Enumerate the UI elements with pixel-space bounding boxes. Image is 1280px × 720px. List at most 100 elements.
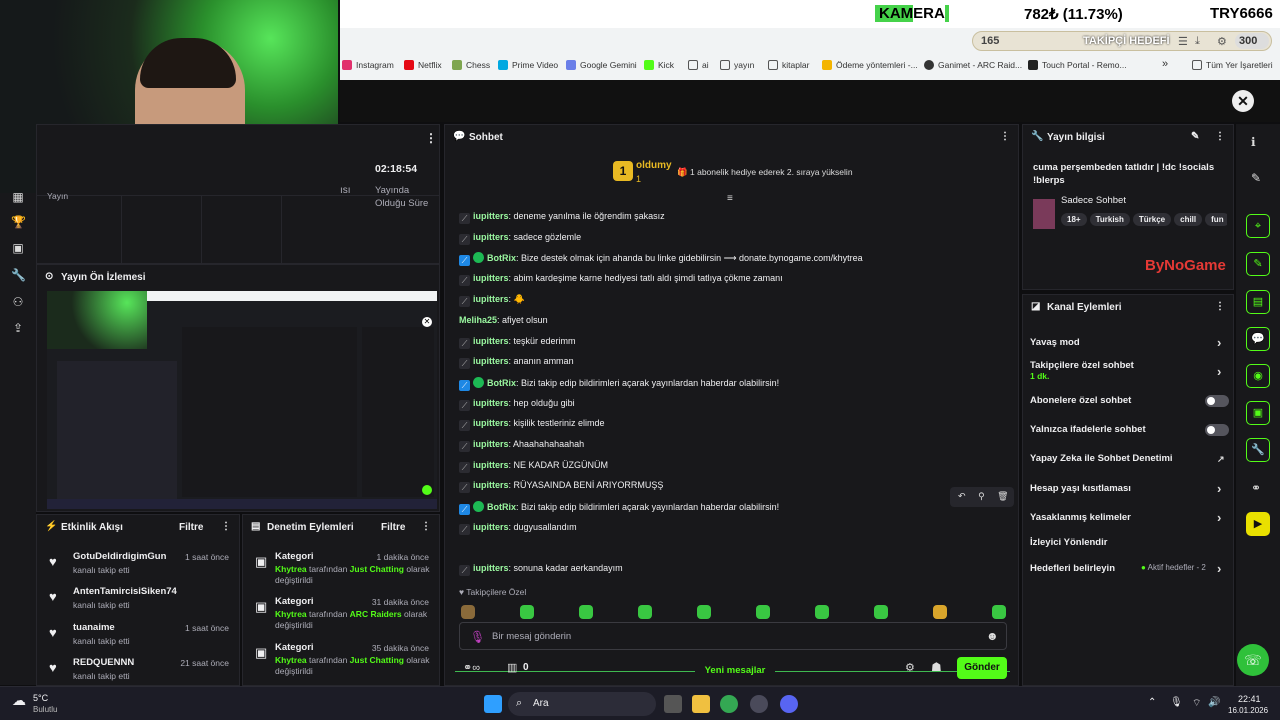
chat-message[interactable]: ⟋ iupitters: abim kardeşime karne hediyes… bbox=[459, 273, 783, 286]
channel-action-emotes-only[interactable]: Yalnızca ifadelerle sohbet bbox=[1030, 424, 1235, 436]
edit-icon[interactable]: ✎ bbox=[1191, 131, 1199, 142]
channel-action-redirect[interactable]: İzleyici Yönlendir bbox=[1030, 537, 1107, 548]
chat-message[interactable]: ⟋ iupitters: ananın amman bbox=[459, 356, 574, 369]
chat-message[interactable]: ⟋ iupitters: sadece gözlemle bbox=[459, 232, 581, 245]
wifi-icon[interactable]: ⌔ bbox=[1192, 697, 1201, 710]
emoji-icon[interactable]: ☻ bbox=[986, 629, 999, 643]
panel-menu-icon[interactable]: ⋮ bbox=[1215, 131, 1225, 142]
broadcast-icon[interactable]: ◉ bbox=[1246, 364, 1270, 388]
chat-message[interactable]: ⟋ iupitters: Ahaahahahaahah bbox=[459, 439, 584, 452]
layout-icon[interactable]: ▣ bbox=[1246, 401, 1270, 425]
chat-message[interactable]: ⟋ iupitters: RÜYASAINDA BENİ ARIYORRMUŞŞ bbox=[459, 480, 663, 493]
kick-dashboard-logo-icon[interactable]: ✕ bbox=[1232, 90, 1254, 112]
emote-icon[interactable] bbox=[992, 605, 1006, 619]
tray-overflow-icon[interactable]: ⌃ bbox=[1148, 697, 1156, 708]
filter-button[interactable]: Filtre bbox=[381, 522, 405, 533]
channel-action-banned-words[interactable]: Yasaklanmış kelimeler › bbox=[1030, 510, 1221, 525]
download-icon[interactable]: ⤓ bbox=[1195, 35, 1200, 48]
chat-input[interactable]: 🎙 Bir mesaj gönderin ☻ bbox=[459, 622, 1007, 650]
tab-list-icon[interactable]: ☰ bbox=[1178, 35, 1188, 48]
support-icon[interactable]: ☏ bbox=[1237, 644, 1269, 676]
video-icon[interactable]: ▣ bbox=[11, 241, 25, 255]
message-icon[interactable]: 💬 bbox=[1246, 327, 1270, 351]
bookmark-kitaplar[interactable]: kitaplar bbox=[768, 60, 809, 70]
pin-icon[interactable]: ⚲ bbox=[978, 491, 985, 501]
emote-icon[interactable] bbox=[520, 605, 534, 619]
expand-icon[interactable]: ≡ bbox=[727, 193, 733, 204]
users-icon[interactable]: ⚇ bbox=[11, 295, 25, 309]
emote-icon[interactable] bbox=[638, 605, 652, 619]
channel-action-goals[interactable]: Hedefleri belirleyin ● Aktif hedefler - … bbox=[1030, 561, 1221, 576]
send-button[interactable]: Gönder bbox=[957, 657, 1007, 679]
chat-message[interactable]: ⟋ iupitters: 🐥 bbox=[459, 294, 525, 307]
highlight-icon[interactable]: ✎ bbox=[1246, 252, 1270, 276]
bookmark-gemini[interactable]: Google Gemini bbox=[566, 60, 637, 70]
info-icon[interactable]: ℹ bbox=[1251, 135, 1256, 149]
channel-action-followers-only[interactable]: Takipçilere özel sohbet 1 dk. › bbox=[1030, 360, 1221, 382]
home-icon[interactable]: ▦ bbox=[11, 190, 25, 204]
settings-icon[interactable]: ⚙ bbox=[905, 661, 915, 674]
emote-icon[interactable] bbox=[933, 605, 947, 619]
chat-message[interactable]: ⟋ iupitters: sonuna kadar aerkandayım bbox=[459, 563, 623, 576]
bookmark-yayin[interactable]: yayın bbox=[720, 60, 754, 70]
wrench-icon[interactable]: 🔧 bbox=[1246, 438, 1270, 462]
gifter-name[interactable]: oldumy bbox=[636, 160, 672, 171]
chat-message[interactable]: ⟋ iupitters: deneme yanılma ile öğrendim … bbox=[459, 211, 665, 224]
microphone-icon[interactable]: 🎙 bbox=[1170, 697, 1183, 708]
mic-icon[interactable]: 🎙 bbox=[470, 630, 485, 644]
emote-icon[interactable] bbox=[815, 605, 829, 619]
delete-icon[interactable]: 🗑 bbox=[997, 491, 1008, 501]
connections-icon[interactable]: ⚭∞ bbox=[463, 661, 480, 674]
chat-message[interactable]: ⟋ iupitters: dugyusallandım bbox=[459, 522, 577, 535]
category-name[interactable]: Sadece Sohbet bbox=[1061, 195, 1126, 206]
chat-message[interactable]: ⟋ BotRix: Bizi takip edip bildirimleri aç… bbox=[459, 501, 779, 515]
channel-action-account-age[interactable]: Hesap yaşı kısıtlaması › bbox=[1030, 481, 1221, 496]
file-explorer-icon[interactable] bbox=[692, 695, 710, 713]
start-icon[interactable] bbox=[484, 695, 502, 713]
clock-date[interactable]: 16.01.2026 bbox=[1228, 706, 1268, 715]
chat-message[interactable]: ⟋ BotRix: Bize destek olmak için ahanda b… bbox=[459, 252, 863, 266]
bot-icon[interactable]: ☗ bbox=[931, 660, 942, 674]
bookmark-ganimet[interactable]: Ganimet - ARC Raid... bbox=[924, 60, 1022, 70]
upload-icon[interactable]: ⇪ bbox=[11, 321, 25, 335]
share-icon[interactable]: ⚭ bbox=[1251, 481, 1261, 495]
extension-icon[interactable]: ⚙ bbox=[1217, 35, 1227, 48]
bookmark-touch-portal[interactable]: Touch Portal - Remo... bbox=[1028, 60, 1127, 70]
panel-menu-icon[interactable]: ⋮ bbox=[221, 521, 231, 532]
chat-menu-icon[interactable]: ⋮ bbox=[1000, 131, 1010, 142]
bookmark-prime-video[interactable]: Prime Video bbox=[498, 60, 558, 70]
taskbar-search[interactable]: ⌕ Ara bbox=[508, 692, 656, 716]
stats-menu-icon[interactable]: ⋮ bbox=[425, 131, 437, 145]
chat-message[interactable]: Meliha25: afiyet olsun bbox=[459, 315, 548, 325]
clock-time[interactable]: 22:41 bbox=[1238, 694, 1261, 704]
bookmark-instagram[interactable]: Instagram bbox=[342, 60, 394, 70]
bookmark-odeme[interactable]: Ödeme yöntemleri -... bbox=[822, 60, 918, 70]
document-icon[interactable]: ▤ bbox=[1246, 290, 1270, 314]
task-view-icon[interactable] bbox=[664, 695, 682, 713]
channel-action-ai-moderation[interactable]: Yapay Zeka ile Sohbet Denetimi ↗ bbox=[1030, 453, 1225, 464]
chat-message[interactable]: ⟋ iupitters: kişilik testleriniz elimde bbox=[459, 418, 605, 431]
clapper-icon[interactable]: ▶ bbox=[1246, 512, 1270, 536]
chat-message[interactable]: ⟋ iupitters: NE KADAR ÜZGÜNÜM bbox=[459, 460, 608, 473]
pencil-icon[interactable]: ✎ bbox=[1251, 171, 1261, 185]
bookmark-ai[interactable]: ai bbox=[688, 60, 709, 70]
panel-menu-icon[interactable]: ⋮ bbox=[421, 521, 431, 532]
bookmark-netflix[interactable]: Netflix bbox=[404, 60, 442, 70]
emote-icon[interactable] bbox=[579, 605, 593, 619]
discord-icon[interactable] bbox=[780, 695, 798, 713]
channel-action-slow-mode[interactable]: Yavaş mod › bbox=[1030, 335, 1221, 350]
toggle-switch[interactable] bbox=[1205, 424, 1229, 436]
emote-icon[interactable] bbox=[874, 605, 888, 619]
panel-menu-icon[interactable]: ⋮ bbox=[1215, 301, 1225, 312]
volume-icon[interactable]: 🔊 bbox=[1208, 697, 1220, 708]
capture-icon[interactable]: ⌖ bbox=[1246, 214, 1270, 238]
all-bookmarks[interactable]: Tüm Yer İşaretleri bbox=[1192, 60, 1273, 70]
chrome-icon[interactable] bbox=[720, 695, 738, 713]
more-bookmarks-button[interactable]: » bbox=[1162, 58, 1168, 70]
chat-message[interactable]: ⟋ iupitters: hep olduğu gibi bbox=[459, 398, 575, 411]
chat-message[interactable]: ⟋ iupitters: teşkür ederimm bbox=[459, 336, 576, 349]
trophy-icon[interactable]: 🏆 bbox=[11, 215, 26, 229]
app-icon[interactable] bbox=[750, 695, 768, 713]
toggle-switch[interactable] bbox=[1205, 395, 1229, 407]
emote-icon[interactable] bbox=[697, 605, 711, 619]
